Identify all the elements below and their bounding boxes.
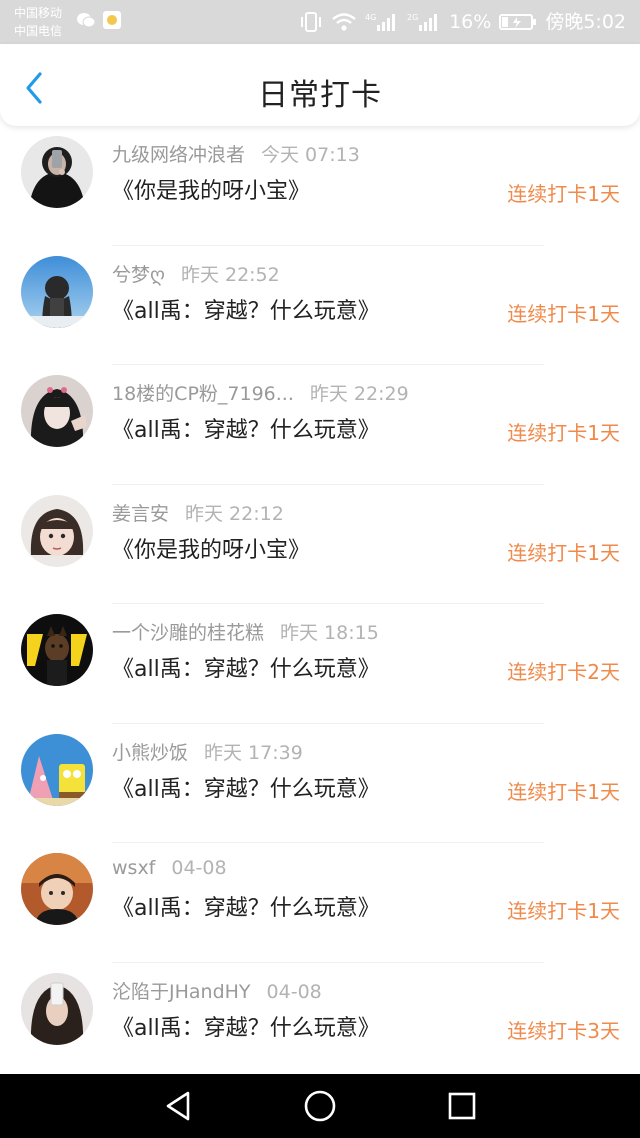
svg-text:4G: 4G <box>365 13 376 22</box>
nav-home-button[interactable] <box>302 1088 338 1124</box>
user-name[interactable]: 18楼的CP粉_7196... <box>112 383 294 405</box>
checkin-time: 昨天 17:39 <box>204 741 303 764</box>
navigation-bar <box>0 1074 640 1138</box>
book-title[interactable]: 《你是我的呀小宝》 <box>112 532 310 564</box>
book-title[interactable]: 《all禹：穿越？什么玩意》 <box>112 771 380 803</box>
square-recents-icon <box>448 1092 476 1120</box>
avatar[interactable] <box>21 136 93 208</box>
app-notification-icon <box>103 11 121 29</box>
streak-label: 连续打卡1天 <box>507 301 620 326</box>
checkin-row[interactable]: wsxf 04-08 《all禹：穿越？什么玩意》 连续打卡1天 <box>0 843 640 963</box>
wifi-icon <box>332 13 356 31</box>
battery-icon <box>499 14 537 30</box>
vibrate-icon <box>301 12 322 32</box>
user-name[interactable]: 姜言安 <box>112 503 169 525</box>
user-name[interactable]: 沦陷于JHandHY <box>112 981 251 1003</box>
carriers: 中国移动 中国电信 <box>14 4 62 40</box>
checkin-row[interactable]: 小熊炒饭 昨天 17:39 《all禹：穿越？什么玩意》 连续打卡1天 <box>0 724 640 843</box>
checkin-time: 昨天 22:52 <box>180 263 280 286</box>
checkin-time: 04-08 <box>266 980 322 1003</box>
checkin-row[interactable]: 沦陷于JHandHY 04-08 《all禹：穿越？什么玩意》 连续打卡3天 <box>0 963 640 1075</box>
avatar[interactable] <box>21 494 93 567</box>
checkin-row[interactable]: 18楼的CP粉_7196... 昨天 22:29 《all禹：穿越？什么玩意》 连… <box>0 365 640 485</box>
streak-label: 连续打卡3天 <box>507 1018 620 1043</box>
checkin-row[interactable]: 姜言安 昨天 22:12 《你是我的呀小宝》 连续打卡1天 <box>0 485 640 604</box>
streak-label: 连续打卡2天 <box>507 660 620 684</box>
streak-label: 连续打卡1天 <box>507 779 620 804</box>
status-right: 4G 2G 16% 傍晚5:02 <box>299 8 626 36</box>
checkin-row[interactable]: 一个沙雕的桂花糕 昨天 18:15 《all禹：穿越？什么玩意》 连续打卡2天 <box>0 604 640 724</box>
book-title[interactable]: 《all禹：穿越？什么玩意》 <box>112 412 380 444</box>
streak-label: 连续打卡1天 <box>507 540 620 565</box>
wechat-icon <box>77 13 96 28</box>
book-title[interactable]: 《all禹：穿越？什么玩意》 <box>112 293 380 325</box>
checkin-time: 今天 07:13 <box>261 144 360 166</box>
checkin-row[interactable]: 九级网络冲浪者 今天 07:13 《你是我的呀小宝》 连续打卡1天 <box>0 126 640 246</box>
screen: 中国移动 中国电信 4G 2G 16% 傍晚5:02 日常打卡 九级网络冲浪者 … <box>0 0 640 1138</box>
circle-home-icon <box>304 1090 336 1122</box>
checkin-meta: 沦陷于JHandHY 04-08 <box>112 977 322 1004</box>
carrier-1: 中国移动 <box>14 6 63 20</box>
status-bar: 中国移动 中国电信 4G 2G 16% 傍晚5:02 <box>0 0 640 44</box>
triangle-back-icon <box>166 1091 190 1121</box>
book-title[interactable]: 《all禹：穿越？什么玩意》 <box>112 651 380 683</box>
svg-text:2G: 2G <box>407 13 418 22</box>
header: 日常打卡 <box>0 44 640 126</box>
avatar[interactable] <box>21 255 93 328</box>
checkin-meta: 兮梦ღ 昨天 22:52 <box>112 260 280 287</box>
avatar[interactable] <box>21 733 93 806</box>
checkin-meta: 18楼的CP粉_7196... 昨天 22:29 <box>112 379 409 406</box>
checkin-row[interactable]: 兮梦ღ 昨天 22:52 《all禹：穿越？什么玩意》 连续打卡1天 <box>0 246 640 365</box>
page-title: 日常打卡 <box>258 78 382 113</box>
checkin-meta: 姜言安 昨天 22:12 <box>112 499 284 526</box>
user-name[interactable]: 兮梦ღ <box>112 264 165 286</box>
nav-recents-button[interactable] <box>444 1088 480 1124</box>
streak-label: 连续打卡1天 <box>507 182 620 206</box>
battery-percent: 16% <box>449 11 492 33</box>
notification-icons <box>76 10 122 30</box>
avatar[interactable] <box>21 614 93 686</box>
checkin-time: 昨天 22:12 <box>185 502 284 525</box>
avatar[interactable] <box>21 853 93 925</box>
checkin-meta: 九级网络冲浪者 今天 07:13 <box>112 140 360 167</box>
checkin-list: 九级网络冲浪者 今天 07:13 《你是我的呀小宝》 连续打卡1天 兮梦ღ 昨天… <box>0 126 640 1074</box>
user-name[interactable]: 一个沙雕的桂花糕 <box>112 622 264 644</box>
user-name[interactable]: wsxf <box>112 857 155 879</box>
user-name[interactable]: 小熊炒饭 <box>112 742 188 764</box>
streak-label: 连续打卡1天 <box>507 421 620 445</box>
avatar[interactable] <box>21 375 93 447</box>
clock: 傍晚5:02 <box>545 11 626 33</box>
checkin-time: 昨天 22:29 <box>309 383 409 405</box>
signal-4g-icon: 4G <box>365 13 396 31</box>
checkin-time: 昨天 18:15 <box>280 622 379 644</box>
book-title[interactable]: 《all禹：穿越？什么玩意》 <box>112 890 380 922</box>
nav-back-button[interactable] <box>160 1088 196 1124</box>
avatar[interactable] <box>21 972 93 1045</box>
checkin-meta: wsxf 04-08 <box>112 857 227 879</box>
book-title[interactable]: 《你是我的呀小宝》 <box>112 173 310 205</box>
book-title[interactable]: 《all禹：穿越？什么玩意》 <box>112 1010 380 1042</box>
checkin-meta: 小熊炒饭 昨天 17:39 <box>112 738 303 765</box>
checkin-time: 04-08 <box>171 857 227 879</box>
user-name[interactable]: 九级网络冲浪者 <box>112 144 245 166</box>
signal-2g-icon: 2G <box>407 13 438 31</box>
checkin-meta: 一个沙雕的桂花糕 昨天 18:15 <box>112 618 379 645</box>
carrier-2: 中国电信 <box>14 24 63 38</box>
streak-label: 连续打卡1天 <box>507 899 620 923</box>
